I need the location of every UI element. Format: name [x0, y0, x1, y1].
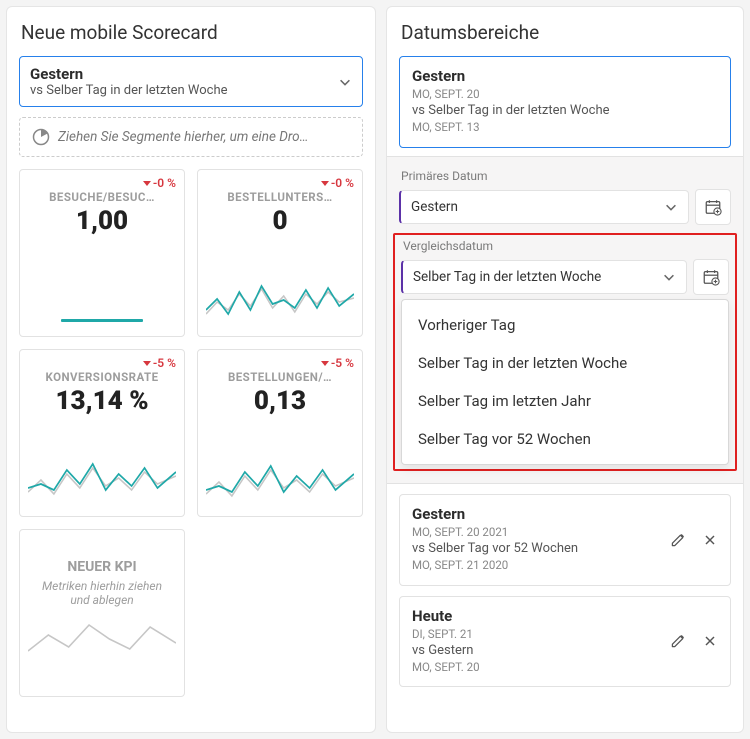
date-range-controls: Primäres Datum Gestern Vergleichsdatum: [387, 156, 743, 484]
date-ranges-panel: Datumsbereiche Gestern MO, SEPT. 20 vs S…: [386, 6, 744, 733]
compare-date-dropdown: Vorheriger Tag Selber Tag in der letzten…: [401, 299, 729, 465]
dropdown-option[interactable]: Vorheriger Tag: [402, 306, 728, 344]
dropdown-option[interactable]: Selber Tag vor 52 Wochen: [402, 420, 728, 458]
date-range-selector[interactable]: Gestern vs Selber Tag in der letzten Woc…: [19, 56, 363, 107]
kpi-value: 1,00: [28, 206, 176, 236]
kpi-label: BESUCHE/BESUC…: [28, 190, 176, 204]
kpi-spark: [206, 242, 354, 326]
kpi-delta: -0 %: [28, 176, 176, 190]
date-range-card[interactable]: Heute DI, SEPT. 21 vs Gestern MO, SEPT. …: [399, 596, 731, 688]
kpi-empty-card[interactable]: NEUER KPI Metriken hierhin ziehen und ab…: [19, 529, 185, 697]
close-icon[interactable]: [702, 633, 718, 649]
segment-icon: [32, 128, 50, 146]
compare-highlight: Vergleichsdatum Selber Tag in der letzte…: [393, 233, 737, 471]
date-range-compare: vs Selber Tag in der letzten Woche: [30, 83, 338, 98]
kpi-value: 13,14 %: [28, 386, 176, 416]
kpi-value: 0: [206, 206, 354, 236]
dr-date1: MO, SEPT. 20: [412, 85, 718, 103]
close-icon[interactable]: [702, 532, 718, 548]
kpi-delta: -0 %: [206, 176, 354, 190]
kpi-delta: -5 %: [28, 356, 176, 370]
scorecard-panel: Neue mobile Scorecard Gestern vs Selber …: [6, 6, 376, 733]
kpi-grid: -0 % BESUCHE/BESUC… 1,00 -0 % BESTELLUNT…: [19, 169, 363, 697]
dr-date2: MO, SEPT. 13: [412, 118, 718, 136]
panel-title: Neue mobile Scorecard: [21, 21, 363, 44]
chevron-down-icon: [662, 270, 676, 284]
kpi-spark: [28, 422, 176, 506]
date-range-card[interactable]: Gestern MO, SEPT. 20 2021 vs Selber Tag …: [399, 494, 731, 586]
dropdown-option[interactable]: Selber Tag in der letzten Woche: [402, 344, 728, 382]
kpi-spark: [28, 242, 176, 319]
calendar-add-icon: [704, 198, 722, 216]
dr-compare: vs Selber Tag in der letzten Woche: [412, 103, 718, 118]
compare-date-select[interactable]: Selber Tag in der letzten Woche: [401, 260, 687, 294]
panel-title: Datumsbereiche: [401, 21, 731, 44]
primary-date-label: Primäres Datum: [401, 169, 731, 183]
date-range-card-active[interactable]: Gestern MO, SEPT. 20 vs Selber Tag in de…: [399, 56, 731, 148]
kpi-label: BESTELLUNGEN/…: [206, 370, 354, 384]
kpi-label: KONVERSIONSRATE: [28, 370, 176, 384]
kpi-card[interactable]: -5 % BESTELLUNGEN/… 0,13: [197, 349, 363, 517]
drop-hint: Ziehen Sie Segmente hierher, um eine Dro…: [58, 129, 308, 145]
calendar-add-icon: [702, 268, 720, 286]
empty-hint: Metriken hierhin ziehen und ablegen: [28, 579, 176, 607]
kpi-card[interactable]: -5 % KONVERSIONSRATE 13,14 %: [19, 349, 185, 517]
kpi-card[interactable]: -0 % BESUCHE/BESUC… 1,00: [19, 169, 185, 337]
kpi-spark: [206, 422, 354, 506]
empty-title: NEUER KPI: [67, 559, 136, 575]
kpi-label: BESTELLUNTERS…: [206, 190, 354, 204]
dropdown-option[interactable]: Selber Tag im letzten Jahr: [402, 382, 728, 420]
chevron-down-icon: [338, 75, 352, 89]
kpi-value: 0,13: [206, 386, 354, 416]
calendar-add-button[interactable]: [693, 259, 729, 295]
edit-icon[interactable]: [670, 532, 686, 548]
segment-drop-zone[interactable]: Ziehen Sie Segmente hierher, um eine Dro…: [19, 117, 363, 157]
edit-icon[interactable]: [670, 633, 686, 649]
date-range-primary: Gestern: [30, 65, 338, 83]
primary-date-select[interactable]: Gestern: [399, 190, 689, 224]
chevron-down-icon: [664, 200, 678, 214]
calendar-add-button[interactable]: [695, 189, 731, 225]
compare-date-label: Vergleichsdatum: [403, 239, 729, 253]
kpi-delta: -5 %: [206, 356, 354, 370]
dr-title: Gestern: [412, 67, 718, 85]
kpi-card[interactable]: -0 % BESTELLUNTERS… 0: [197, 169, 363, 337]
